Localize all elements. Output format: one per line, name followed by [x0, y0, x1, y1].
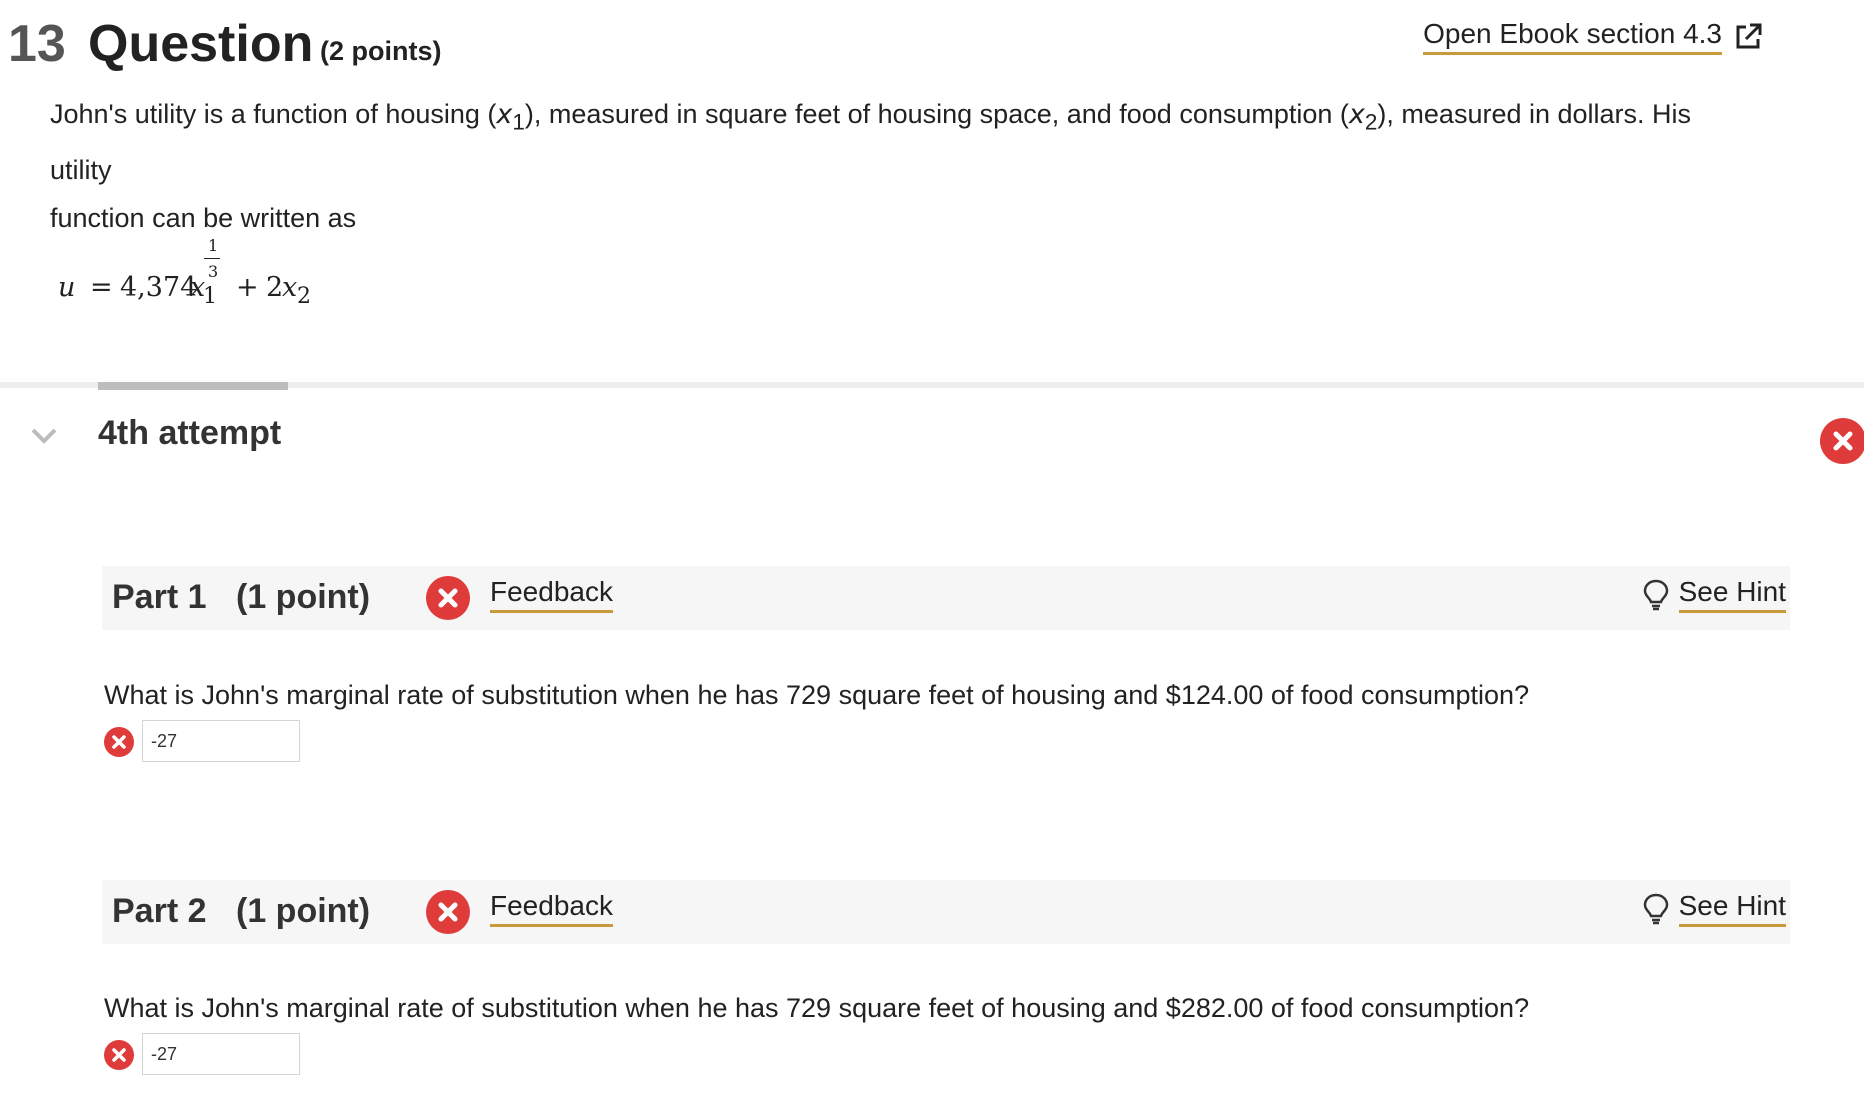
x-circle-icon	[1820, 418, 1864, 464]
part-points: (1 point)	[236, 892, 371, 930]
part-points: (1 point)	[236, 578, 371, 616]
x-circle-icon	[426, 576, 470, 620]
feedback-link[interactable]: Feedback	[490, 890, 613, 927]
see-hint-button[interactable]: See Hint	[1643, 890, 1786, 927]
chevron-down-icon[interactable]	[30, 426, 58, 446]
part-2-answer-input[interactable]	[142, 1033, 300, 1075]
x-circle-icon	[104, 727, 134, 757]
intro-text: ), measured in square feet of housing sp…	[524, 99, 1349, 129]
x-circle-icon	[104, 1040, 134, 1070]
part-1-header: Part 1 (1 point) Feedback See Hint	[102, 566, 1790, 630]
var-x: x	[496, 99, 513, 130]
var-sub: 2	[1364, 109, 1378, 135]
formula-plus: +	[236, 272, 259, 303]
attempt-label[interactable]: 4th attempt	[98, 414, 281, 453]
question-points: (2 points)	[320, 36, 442, 66]
formula-equals: =	[90, 272, 113, 303]
var-sub: 1	[512, 109, 525, 135]
feedback-link[interactable]: Feedback	[490, 576, 613, 613]
part-2-question: What is John's marginal rate of substitu…	[104, 993, 1530, 1023]
formula-coefficient-2: 2	[266, 272, 284, 303]
question-title: Question	[88, 15, 314, 73]
intro-text: John's utility is a function of housing …	[50, 99, 497, 129]
ebook-link-group: Open Ebook section 4.3	[1423, 18, 1764, 55]
open-ebook-link[interactable]: Open Ebook section 4.3	[1423, 18, 1722, 55]
formula-sub-1: 1	[203, 284, 217, 309]
formula-var-x2: x	[282, 272, 298, 303]
question-intro: John's utility is a function of housing …	[50, 90, 1750, 242]
part-1-answer-input[interactable]	[142, 720, 300, 762]
part-title: Part 2	[112, 892, 207, 930]
question-number: 13	[8, 15, 66, 73]
part-2-header: Part 2 (1 point) Feedback See Hint	[102, 880, 1790, 944]
exponent-numerator: 1	[208, 236, 219, 255]
see-hint-button[interactable]: See Hint	[1643, 576, 1786, 613]
part-1-question: What is John's marginal rate of substitu…	[104, 680, 1530, 710]
exponent-fraction-bar	[204, 258, 220, 259]
external-link-icon[interactable]	[1732, 21, 1764, 53]
attempt-tab-indicator	[98, 382, 288, 390]
formula-sub-2: 2	[297, 284, 311, 309]
part-title: Part 1	[112, 578, 207, 616]
see-hint-link[interactable]: See Hint	[1678, 890, 1786, 927]
intro-text: function can be written as	[50, 203, 357, 234]
lightbulb-icon	[1643, 893, 1668, 924]
x-circle-icon	[426, 890, 470, 934]
exponent-denominator: 3	[208, 262, 219, 281]
formula-coefficient: 4,374	[120, 272, 198, 303]
formula-u: u	[58, 272, 76, 303]
lightbulb-icon	[1643, 579, 1668, 610]
see-hint-link[interactable]: See Hint	[1678, 576, 1786, 613]
var-x: x	[1348, 99, 1365, 130]
